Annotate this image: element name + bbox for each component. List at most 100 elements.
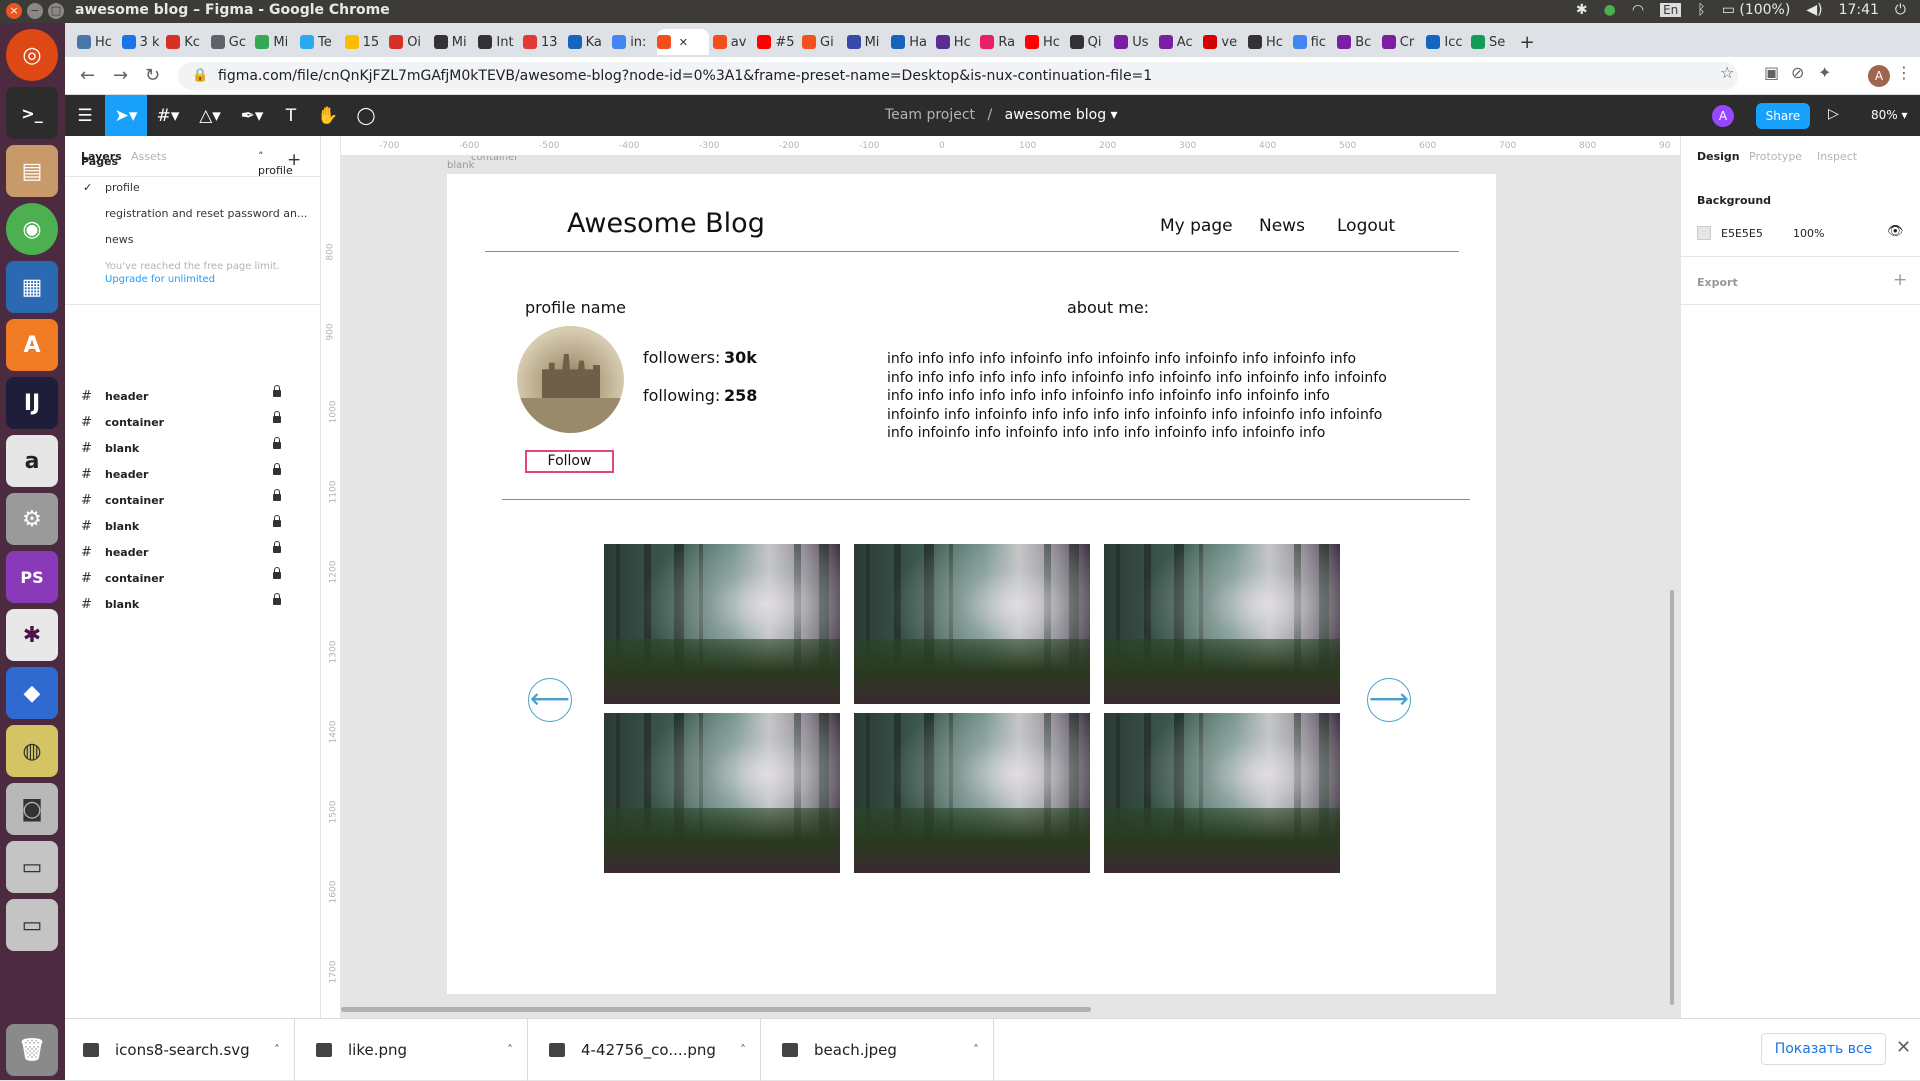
show-all-downloads-button[interactable]: Показать все [1761, 1033, 1886, 1065]
download-item[interactable]: 4-42756_co....png ˄ [531, 1019, 761, 1081]
layer-row[interactable]: # container [65, 488, 321, 514]
browser-tab[interactable]: Bc [1337, 29, 1377, 55]
browser-tab[interactable]: Gc [210, 29, 251, 55]
add-page-icon[interactable]: + [287, 150, 301, 170]
design-canvas[interactable]: blank container Awesome Blog My page New… [341, 156, 1680, 1018]
menu-dots-icon[interactable]: ⋮ [1896, 63, 1912, 82]
frame-label-container[interactable]: container [471, 156, 518, 163]
extensions-puzzle-icon[interactable]: ✦ [1818, 63, 1831, 82]
design-frame[interactable]: Awesome Blog My page News Logout profile… [447, 174, 1496, 994]
clock[interactable]: 17:41 [1839, 2, 1879, 18]
trash-icon[interactable]: 🗑 [6, 1024, 58, 1076]
writer-icon[interactable]: ▦ [6, 261, 58, 313]
minimize-window-button[interactable]: − [27, 3, 43, 19]
tab-inspect[interactable]: Inspect [1817, 150, 1857, 163]
nav-logout[interactable]: Logout [1337, 216, 1395, 236]
power-icon[interactable]: ⏻ [1895, 2, 1906, 18]
wifi-icon[interactable]: ◠ [1632, 2, 1644, 18]
layer-row[interactable]: # container [65, 410, 321, 436]
vpn-icon[interactable]: ⊘ [1791, 63, 1804, 82]
maximize-window-button[interactable]: □ [48, 3, 64, 19]
upgrade-link[interactable]: Upgrade for unlimited [105, 274, 215, 285]
pen-tool-icon[interactable]: ✒▾ [231, 95, 273, 136]
keyboard-layout[interactable]: En [1660, 3, 1682, 17]
slack-tray-icon[interactable]: ✱ [1576, 2, 1588, 18]
page-dropdown[interactable]: profile ˄ [258, 150, 293, 177]
forward-icon[interactable]: → [113, 65, 128, 86]
browser-tab[interactable]: Mi [433, 29, 474, 55]
background-hex[interactable]: E5E5E5 [1721, 227, 1763, 240]
lock-icon[interactable] [273, 385, 281, 397]
zoom-dropdown[interactable]: 80% ▾ [1871, 108, 1908, 122]
lock-icon[interactable] [273, 411, 281, 423]
browser-tab[interactable]: #5 [757, 29, 797, 55]
browser-tab[interactable]: Hc [1248, 29, 1288, 55]
intellij-icon[interactable]: IJ [6, 377, 58, 429]
gallery-photo[interactable] [604, 544, 840, 704]
camera-icon[interactable]: ◙ [6, 783, 58, 835]
follow-button[interactable]: Follow [525, 450, 614, 473]
profile-avatar[interactable]: A [1868, 65, 1890, 87]
layer-row[interactable]: # header [65, 384, 321, 410]
remmina-icon[interactable]: ◆ [6, 667, 58, 719]
chevron-up-icon[interactable]: ˄ [740, 1043, 746, 1057]
share-button[interactable]: Share [1756, 103, 1810, 129]
layer-row[interactable]: # header [65, 540, 321, 566]
lock-icon[interactable] [273, 489, 281, 501]
layer-row[interactable]: # blank [65, 436, 321, 462]
browser-tab[interactable]: Mi [255, 29, 295, 55]
reload-icon[interactable]: ↻ [145, 65, 160, 86]
tab-design[interactable]: Design [1697, 150, 1740, 163]
tab-assets[interactable]: Assets [131, 150, 167, 163]
volume-icon[interactable]: ◀) [1806, 2, 1822, 18]
phpstorm-icon[interactable]: PS [6, 551, 58, 603]
download-item[interactable]: icons8-search.svg ˄ [65, 1019, 295, 1081]
slack-icon[interactable]: ✱ [6, 609, 58, 661]
gallery-photo[interactable] [604, 713, 840, 873]
browser-tab[interactable]: Ka [567, 29, 608, 55]
tab-prototype[interactable]: Prototype [1749, 150, 1802, 163]
browser-tab[interactable]: in: [612, 29, 652, 55]
main-menu-icon[interactable]: ☰ [65, 95, 105, 136]
user-avatar[interactable]: A [1712, 105, 1734, 127]
gallery-photo[interactable] [1104, 713, 1340, 873]
move-tool-icon[interactable]: ➤▾ [105, 95, 147, 136]
download-item[interactable]: like.png ˄ [298, 1019, 528, 1081]
layer-row[interactable]: # blank [65, 514, 321, 540]
shape-tool-icon[interactable]: △▾ [189, 95, 231, 136]
bluetooth-icon[interactable]: ᛒ [1697, 2, 1705, 18]
software-center-icon[interactable]: A [6, 319, 58, 371]
extension-icon[interactable]: ▣ [1764, 63, 1779, 82]
browser-tab[interactable]: Us [1114, 29, 1154, 55]
lock-icon[interactable] [273, 463, 281, 475]
ubuntu-icon[interactable]: ◎ [6, 29, 58, 81]
back-icon[interactable]: ← [80, 65, 95, 86]
file-name[interactable]: awesome blog ▾ [1005, 107, 1118, 123]
frame-tool-icon[interactable]: #▾ [147, 95, 189, 136]
add-export-icon[interactable]: + [1893, 270, 1907, 290]
visibility-eye-icon[interactable]: 👁 [1887, 224, 1904, 239]
browser-tab[interactable]: Qi [1069, 29, 1110, 55]
browser-tab[interactable]: ve [1203, 29, 1243, 55]
browser-tab[interactable]: Se [1471, 29, 1511, 55]
browser-tab[interactable]: 13 [523, 29, 563, 55]
chrome-icon[interactable]: ◉ [6, 203, 58, 255]
browser-tab[interactable]: Oi [389, 29, 429, 55]
lock-icon[interactable] [273, 437, 281, 449]
browser-tab[interactable]: 15 [344, 29, 385, 55]
background-swatch[interactable] [1697, 226, 1711, 240]
files-icon[interactable]: ▤ [6, 145, 58, 197]
text-tool-icon[interactable]: T [273, 95, 309, 136]
chevron-up-icon[interactable]: ˄ [274, 1043, 280, 1057]
new-tab-icon[interactable]: + [1520, 29, 1560, 55]
layer-row[interactable]: # container [65, 566, 321, 592]
amazon-icon[interactable]: a [6, 435, 58, 487]
bookmark-star-icon[interactable]: ☆ [1720, 63, 1734, 82]
drive-icon-2[interactable]: ▭ [6, 899, 58, 951]
browser-tab[interactable]: Gi [802, 29, 842, 55]
terminal-icon[interactable]: >_ [6, 87, 58, 139]
hand-tool-icon[interactable]: ✋ [309, 95, 347, 136]
vertical-scrollbar[interactable] [1670, 590, 1674, 1005]
browser-tab[interactable]: Kc [166, 29, 206, 55]
chevron-up-icon[interactable]: ˄ [973, 1043, 979, 1057]
